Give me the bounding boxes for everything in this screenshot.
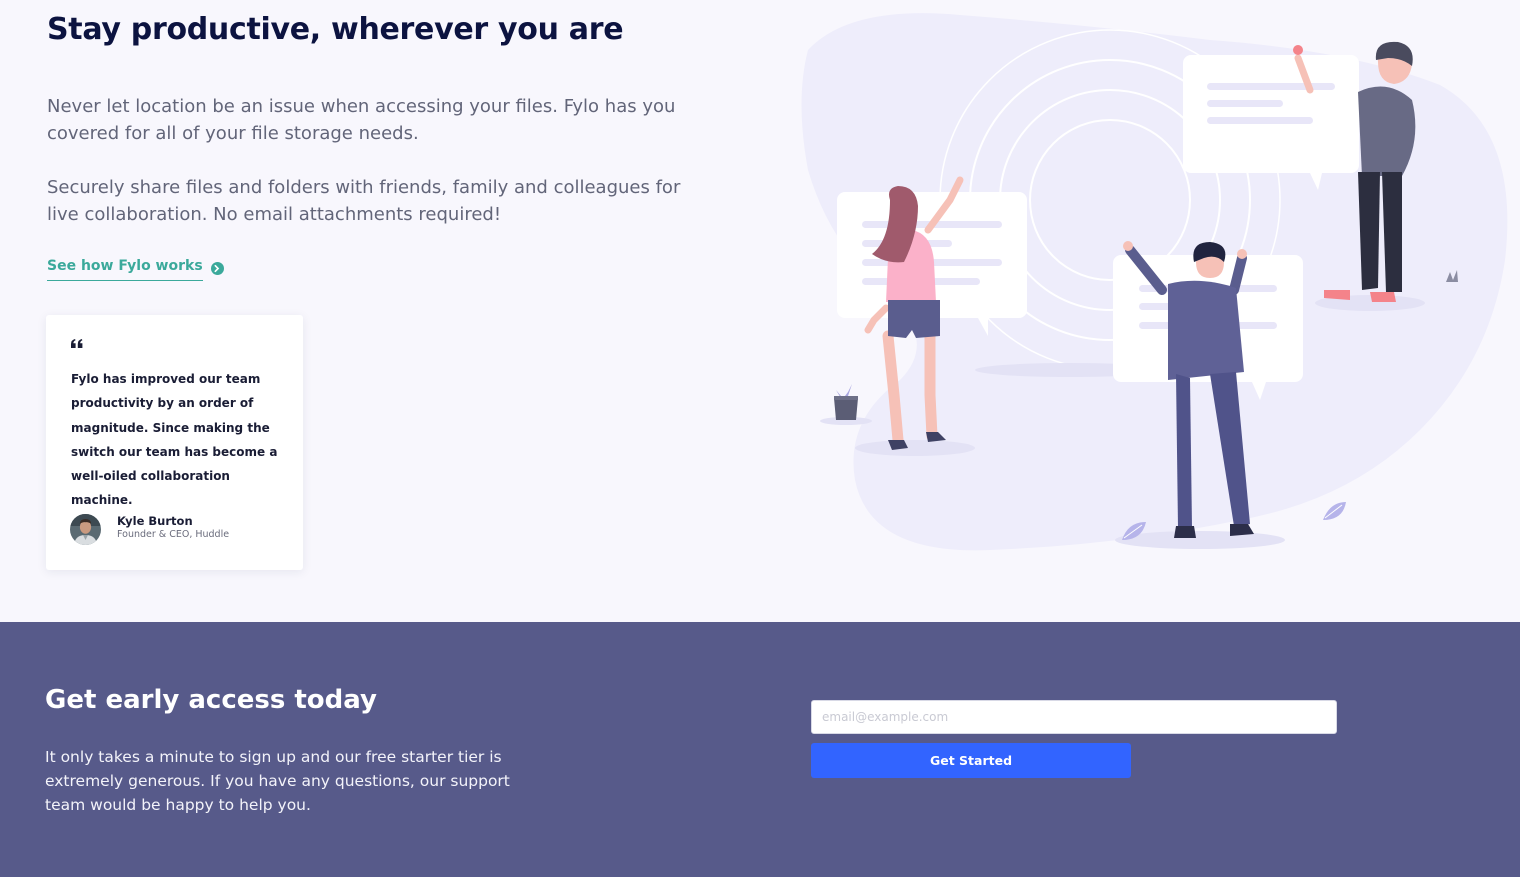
arrow-right-circle-icon bbox=[210, 260, 224, 275]
intro-paragraph: Never let location be an issue when acce… bbox=[47, 96, 676, 144]
section-title: Stay productive, wherever you are bbox=[47, 12, 624, 47]
testimonial-author-role: Founder & CEO, Huddle bbox=[117, 529, 230, 540]
early-access-title: Get early access today bbox=[45, 685, 377, 715]
testimonial-quote: Fylo has improved our team productivity … bbox=[71, 372, 278, 508]
early-access-section: Get early access today It only takes a m… bbox=[0, 622, 1520, 877]
productive-people-illustration bbox=[790, 0, 1520, 590]
email-input[interactable] bbox=[811, 700, 1337, 734]
productive-section: Stay productive, wherever you are Never … bbox=[0, 0, 1520, 622]
see-how-fylo-works-link[interactable]: See how Fylo works bbox=[47, 258, 224, 281]
avatar bbox=[70, 514, 101, 545]
testimonial-card: Fylo has improved our team productivity … bbox=[46, 315, 303, 570]
quote-icon bbox=[70, 336, 84, 350]
see-how-link-label: See how Fylo works bbox=[47, 258, 203, 281]
testimonial-author-name: Kyle Burton bbox=[117, 514, 193, 528]
get-started-button[interactable]: Get Started bbox=[811, 743, 1131, 778]
early-access-text: It only takes a minute to sign up and ou… bbox=[45, 748, 510, 814]
sharing-paragraph: Securely share files and folders with fr… bbox=[47, 177, 681, 225]
